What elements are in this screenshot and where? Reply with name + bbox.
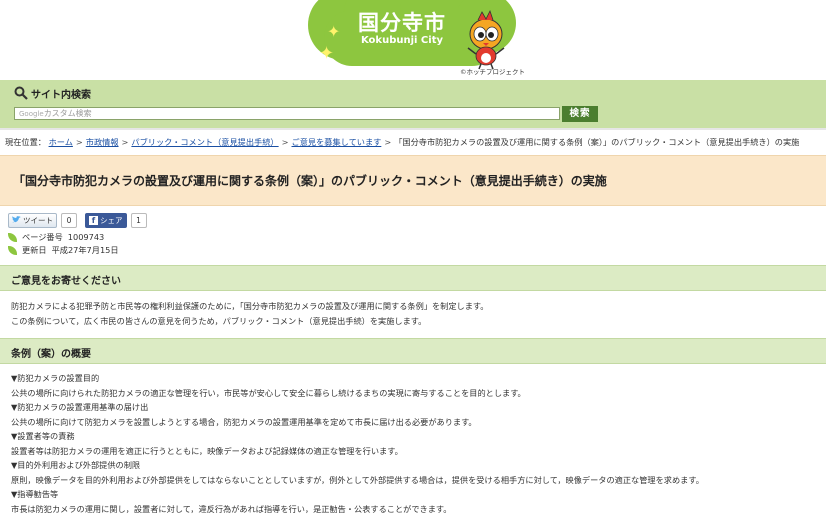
updated-date: 平成27年7月15日 [51,245,119,255]
breadcrumb-separator: > [281,137,289,147]
breadcrumb-separator: > [121,137,129,147]
intro-paragraph: 防犯カメラによる犯罪予防と市民等の権利利益保護のために，「国分寺市防犯カメラの設… [11,299,821,328]
section-heading-text: ご意見をお寄せください [11,276,121,287]
updated-row: 更新日 平成27年7月15日 [8,244,119,256]
tweet-count: 0 [61,212,77,228]
summary-subhead: ▼設置者等の責務 [11,431,75,441]
breadcrumb-prefix: 現在位置： [5,137,46,147]
search-button[interactable]: 検索 [562,106,598,122]
search-icon [14,86,28,100]
facebook-share-button[interactable]: f シェア [85,212,127,228]
google-mark: Google [19,110,44,118]
section-heading-feedback: ご意見をお寄せください [0,265,826,291]
tweet-button[interactable]: ツイート [8,212,57,228]
section-heading-summary: 条例（案）の概要 [0,338,826,364]
search-band: サイト内検索 [0,80,826,128]
social-buttons: ツイート 0 f シェア 1 [8,212,147,228]
summary-line: 設置者等は防犯カメラの運用を適正に行うとともに，映像データおよび記録媒体の適正な… [11,445,403,456]
summary-line: 公共の場所に向けられた防犯カメラの適正な管理を行い，市民等が安心して安全に暮らし… [11,387,526,398]
summary-line: 市長は防犯カメラの運用に関し，設置者に対して，違反行為があれば指導を行い，是正勧… [11,503,452,514]
intro-line: 防犯カメラによる犯罪予防と市民等の権利利益保護のために，「国分寺市防犯カメラの設… [11,301,489,311]
title-band: 「国分寺市防犯カメラの設置及び運用に関する条例（案）」のパブリック・コメント（意… [0,155,826,206]
summary-subhead: ▼指導勧告等 [11,489,59,499]
search-label-text: サイト内検索 [31,89,91,101]
breadcrumb-shisei[interactable]: 市政情報 [86,137,119,147]
search-placeholder: カスタム検索 [43,109,92,118]
summary-subhead: ▼防犯カメラの設置運用基準の届け出 [11,402,149,412]
updated-label: 更新日 [22,245,47,255]
page-title: 「国分寺市防犯カメラの設置及び運用に関する条例（案）」のパブリック・コメント（意… [13,174,607,188]
site-search-label: サイト内検索 [14,85,91,101]
summary-subhead: ▼防犯カメラの設置目的 [11,373,100,383]
site-logo-text[interactable]: 国分寺市 [352,7,452,37]
site-header: 国分寺市 Kokubunji City ✦ ✦ ©ホッチプロジェクト [0,0,826,80]
mascot-credit: ©ホッチプロジェクト [460,68,525,76]
share-label: シェア [100,215,123,225]
breadcrumb-separator: > [75,137,83,147]
summary-line: 公共の場所に向けて防犯カメラを設置しようとする場合，防犯カメラの設置運用基準を定… [11,416,477,427]
page-number-row: ページ番号 1009743 [8,231,104,243]
summary-paragraph: ▼防犯カメラの設置目的 公共の場所に向けられた防犯カメラの適正な管理を行い，市民… [11,371,821,516]
site-logo-english[interactable]: Kokubunji City [352,35,452,46]
page-number-label: ページ番号 [22,232,63,242]
breadcrumb-public-comment[interactable]: パブリック・コメント（意見提出手続） [131,137,278,147]
breadcrumb-home[interactable]: ホーム [49,137,73,147]
divider [0,128,826,130]
intro-line: この条例について，広く市民の皆さんの意見を伺うため，パブリック・コメント（意見提… [11,315,427,326]
page-number-value: 1009743 [67,232,105,242]
facebook-icon: f [89,215,98,225]
breadcrumb: 現在位置： ホーム > 市政情報 > パブリック・コメント（意見提出手続） > ご意見を募集… [5,136,821,148]
tweet-label: ツイート [23,215,53,225]
summary-subhead: ▼目的外利用および外部提供の制限 [11,460,141,470]
breadcrumb-recruiting[interactable]: ご意見を募集しています [292,137,382,147]
leaf-icon [8,245,17,255]
leaf-icon [8,232,17,242]
share-count: 1 [130,212,147,228]
summary-line: 原則，映像データを目的外利用および外部提供をしてはならないこととしていますが，例… [11,474,704,485]
sparkle-icon: ✦ [327,22,341,41]
sparkle-icon: ✦ [319,43,335,64]
breadcrumb-separator: > [384,137,392,147]
section-heading-text: 条例（案）の概要 [11,349,91,360]
twitter-icon [12,216,21,223]
search-input[interactable]: Googleカスタム検索 [14,107,560,120]
breadcrumb-current: 「国分寺市防犯カメラの設置及び運用に関する条例（案）」のパブリック・コメント（意… [394,137,800,147]
mascot-icon [467,9,505,70]
